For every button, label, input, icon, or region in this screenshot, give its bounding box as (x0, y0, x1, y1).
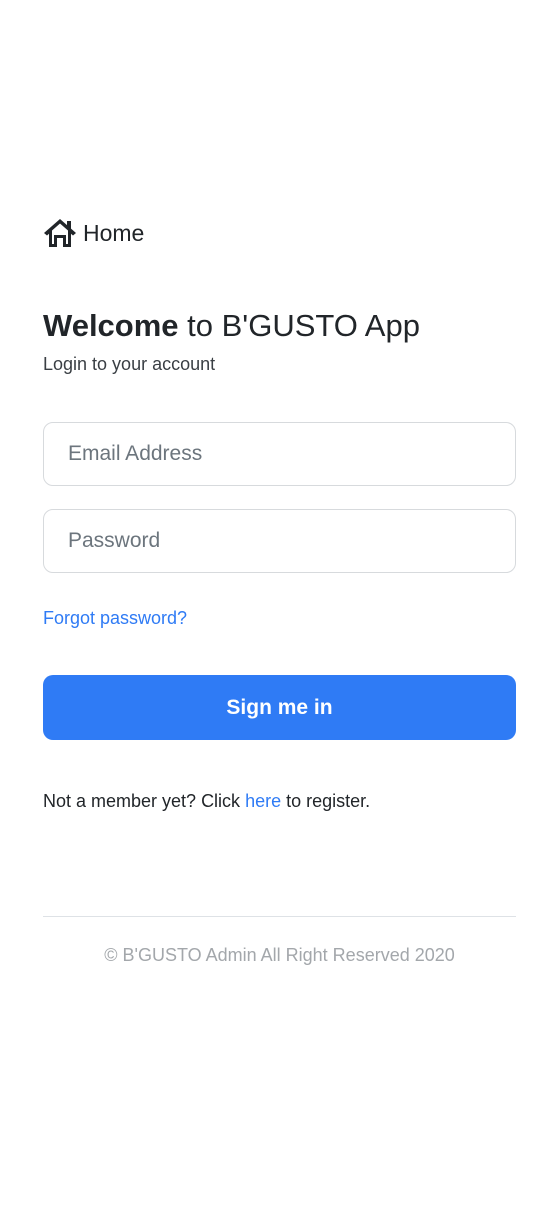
page-title: Welcome to B'GUSTO App (43, 306, 420, 346)
forgot-password-link[interactable]: Forgot password? (43, 606, 187, 630)
password-field[interactable] (43, 509, 516, 573)
home-link[interactable]: Home (43, 218, 144, 248)
welcome-bold: Welcome (43, 308, 179, 343)
sign-in-button[interactable]: Sign me in (43, 675, 516, 740)
home-label: Home (83, 220, 145, 246)
home-icon (43, 218, 77, 248)
register-link[interactable]: here (245, 791, 281, 811)
footer-divider (43, 916, 516, 917)
register-suffix: to register. (281, 791, 371, 811)
email-field[interactable] (43, 422, 516, 486)
footer-copyright: © B'GUSTO Admin All Right Reserved 2020 (104, 945, 455, 965)
welcome-rest: to B'GUSTO App (178, 308, 420, 343)
register-prompt: Not a member yet? Click here to register… (43, 789, 370, 813)
page-subtitle: Login to your account (43, 354, 216, 374)
register-prefix: Not a member yet? Click (43, 791, 246, 811)
